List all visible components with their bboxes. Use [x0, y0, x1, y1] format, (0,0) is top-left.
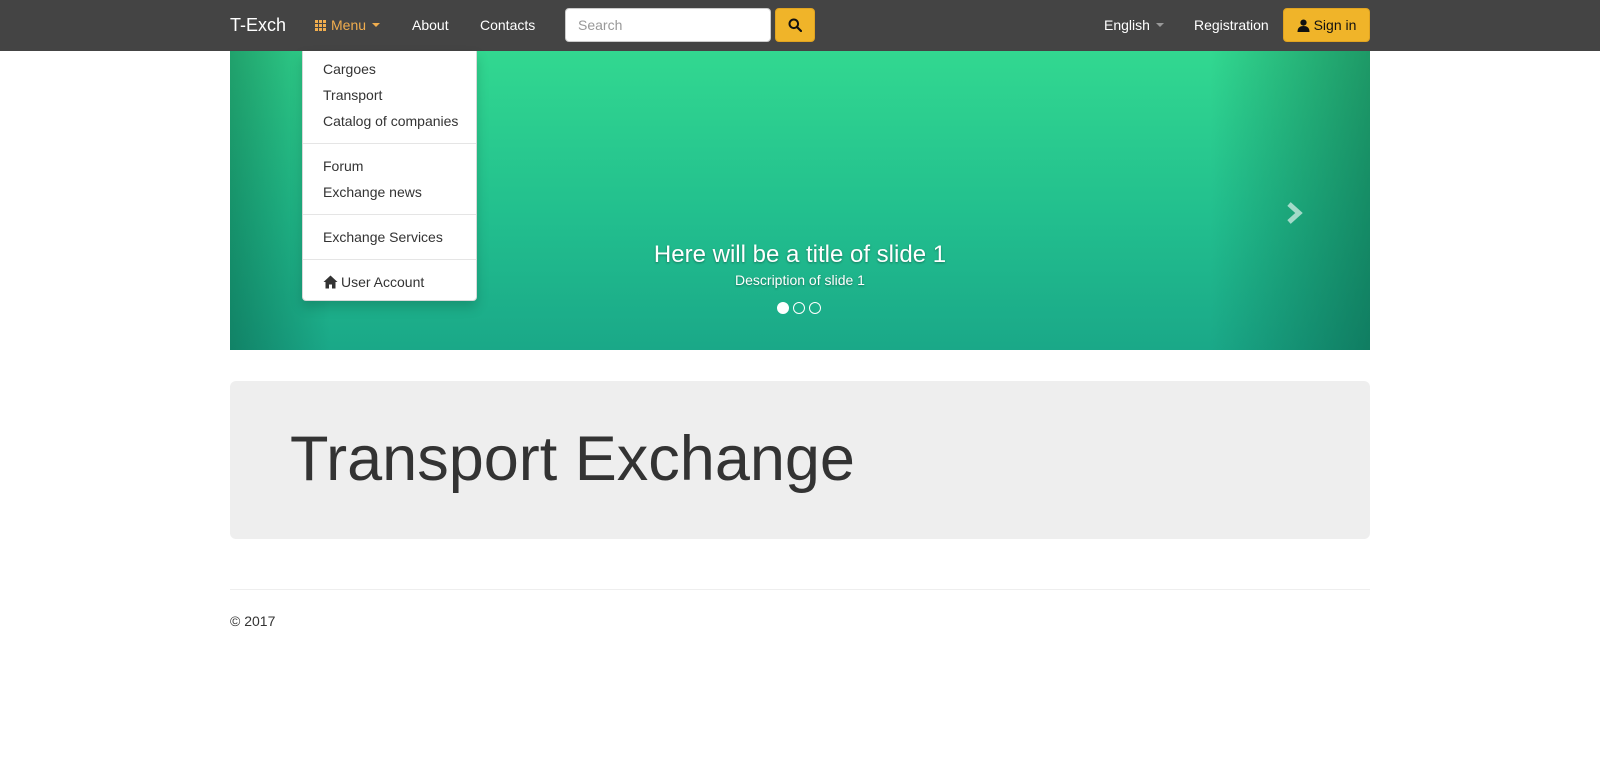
menu-divider [303, 259, 476, 260]
search-input[interactable] [565, 8, 771, 42]
nav-contacts-link[interactable]: Contacts [480, 17, 535, 33]
menu-item-forum[interactable]: Forum [323, 157, 363, 175]
user-icon [1297, 19, 1310, 32]
language-label: English [1104, 17, 1150, 33]
carousel-indicator-3[interactable] [809, 302, 821, 314]
grid-icon [315, 19, 326, 31]
carousel-indicator-1[interactable] [777, 302, 789, 314]
home-icon [323, 275, 338, 289]
search-icon [788, 18, 802, 32]
caret-down-icon [372, 23, 381, 27]
menu-item-exchange-news[interactable]: Exchange news [323, 183, 422, 201]
caret-down-icon [1155, 23, 1164, 27]
footer-copyright: © 2017 [230, 613, 276, 629]
signin-label: Sign in [1313, 17, 1357, 33]
registration-link[interactable]: Registration [1194, 17, 1269, 33]
menu-item-user-account[interactable]: User Account [323, 273, 424, 291]
brand-logo[interactable]: T-Exch [230, 15, 286, 35]
menu-dropdown-toggle[interactable]: Menu [315, 17, 381, 33]
menu-item-user-account-label: User Account [341, 274, 425, 290]
search-button[interactable] [775, 8, 815, 42]
menu-label: Menu [331, 17, 367, 33]
language-dropdown[interactable]: English [1104, 17, 1164, 33]
navbar-inner: T-Exch Menu About Contacts English Regis… [230, 0, 1370, 51]
nav-about-link[interactable]: About [412, 17, 449, 33]
menu-item-exchange-services[interactable]: Exchange Services [323, 228, 443, 246]
menu-item-cargoes[interactable]: Cargoes [323, 60, 376, 78]
menu-item-catalog-of-companies[interactable]: Catalog of companies [323, 112, 458, 130]
menu-item-transport[interactable]: Transport [323, 86, 382, 104]
jumbotron: Transport Exchange [230, 381, 1370, 539]
carousel-indicator-2[interactable] [793, 302, 805, 314]
carousel-indicators [777, 302, 821, 314]
footer-divider [230, 589, 1370, 590]
navbar: T-Exch Menu About Contacts English Regis… [0, 0, 1600, 51]
chevron-right-icon[interactable] [1285, 201, 1305, 225]
menu-divider [303, 143, 476, 144]
signin-button[interactable]: Sign in [1283, 8, 1370, 42]
menu-divider [303, 214, 476, 215]
menu-dropdown: Cargoes Transport Catalog of companies F… [302, 51, 477, 301]
page-title: Transport Exchange [290, 424, 855, 494]
